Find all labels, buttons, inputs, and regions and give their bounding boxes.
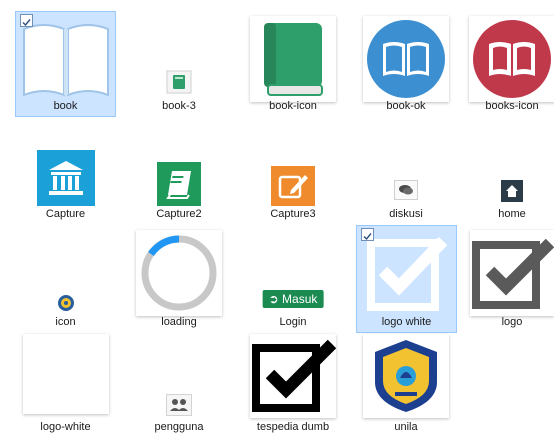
file-item-book[interactable]: book [15, 11, 116, 117]
file-item-login[interactable]: ➲ Masuk Login [244, 226, 342, 332]
file-name: books-icon [485, 100, 539, 112]
checkbox-checked-icon[interactable] [361, 228, 374, 241]
blue-circle-book-icon [363, 16, 449, 102]
file-item-loading[interactable]: loading [130, 226, 228, 332]
chat-icon [394, 180, 418, 200]
gray-checkmark-icon [470, 230, 554, 316]
edit-icon [271, 166, 315, 206]
file-item-home[interactable]: home [470, 120, 554, 224]
file-item-tespedia-dumb[interactable]: tespedia dumb [244, 332, 342, 433]
white-checkmark-icon [363, 230, 450, 316]
file-item-logo-white[interactable]: logo white [356, 225, 457, 333]
file-name: icon [55, 316, 76, 328]
university-seal-icon [363, 334, 449, 418]
loading-ring-icon [136, 230, 222, 316]
file-item-logo[interactable]: logo [470, 226, 554, 332]
users-icon [166, 394, 192, 416]
file-name: book-ok [386, 100, 426, 112]
small-book-icon [166, 70, 192, 94]
file-name: pengguna [154, 421, 204, 433]
green-book-icon [250, 16, 336, 102]
red-circle-book-icon [469, 16, 554, 102]
file-item-diskusi[interactable]: diskusi [357, 120, 455, 224]
file-name: book-3 [162, 100, 196, 112]
file-item-capture2[interactable]: Capture2 [130, 120, 228, 224]
file-name: unila [394, 421, 418, 433]
file-item-pengguna[interactable]: pengguna [130, 332, 228, 433]
masuk-label: Masuk [282, 292, 318, 306]
file-item-capture[interactable]: Capture [16, 120, 115, 224]
file-name: Capture3 [270, 208, 316, 220]
file-name: Login [279, 316, 307, 328]
file-name: logo [501, 316, 523, 328]
file-item-book-ok[interactable]: book-ok [357, 12, 455, 116]
black-checkmark-icon [250, 334, 336, 418]
file-item-logo-white-2[interactable]: logo-white [16, 332, 115, 433]
notebook-icon [157, 162, 201, 206]
file-name: Capture2 [156, 208, 202, 220]
file-item-capture3[interactable]: Capture3 [244, 120, 342, 224]
sign-in-icon: ➲ [268, 292, 279, 306]
file-name: home [498, 208, 526, 220]
login-button-icon: ➲ Masuk [262, 290, 324, 308]
file-item-icon[interactable]: icon [16, 226, 115, 332]
file-name: loading [161, 316, 197, 328]
seal-icon [57, 294, 75, 312]
file-name: logo-white [40, 421, 91, 433]
file-name: book-icon [269, 100, 317, 112]
file-item-book-icon[interactable]: book-icon [244, 12, 342, 116]
blank-image-icon [22, 334, 109, 414]
file-name: book [53, 100, 78, 112]
file-item-unila[interactable]: unila [357, 332, 455, 433]
file-item-books-icon[interactable]: books-icon [469, 12, 554, 116]
file-name: Capture [45, 208, 86, 220]
home-icon [501, 180, 523, 202]
file-item-book-3[interactable]: book-3 [130, 12, 228, 116]
file-name: tespedia dumb [256, 421, 330, 433]
checkbox-checked-icon[interactable] [20, 14, 33, 27]
file-name: diskusi [389, 208, 423, 220]
bank-icon [36, 150, 95, 206]
file-name: logo white [381, 316, 432, 328]
